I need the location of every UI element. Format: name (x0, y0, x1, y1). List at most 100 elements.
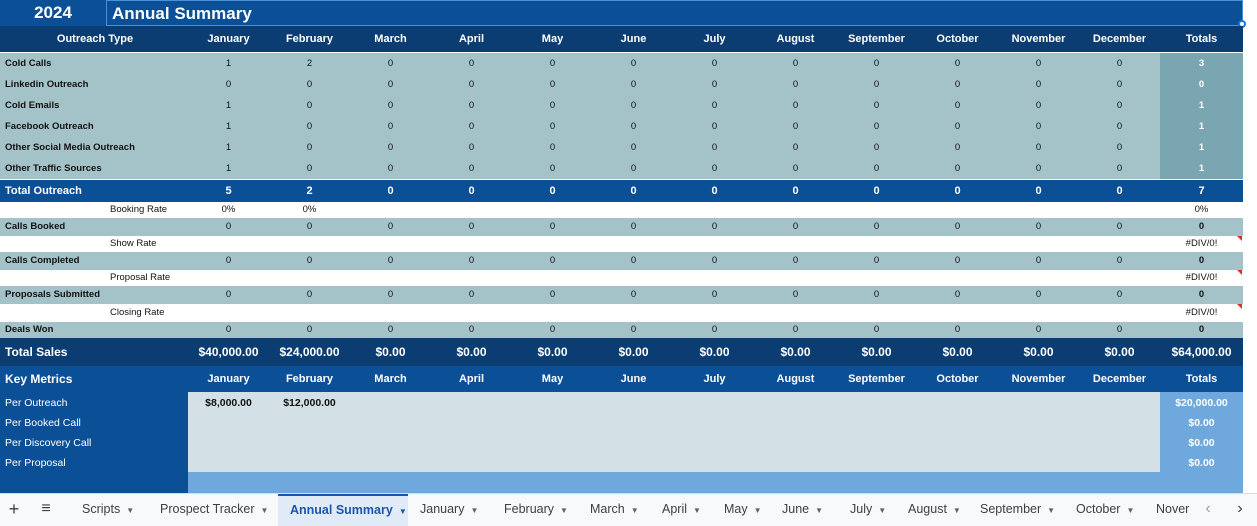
stage-count-cell[interactable]: 0 (1079, 252, 1160, 270)
stage-label[interactable]: Calls Completed (0, 252, 188, 270)
rate-cell[interactable]: 0% (269, 202, 350, 218)
outreach-count-cell[interactable]: 0 (431, 74, 512, 95)
stage-count-cell[interactable]: 0 (1079, 218, 1160, 236)
stage-count-cell[interactable]: 0 (350, 218, 431, 236)
metrics-header-month[interactable]: April (431, 366, 512, 392)
stage-count-cell[interactable]: 0 (1079, 322, 1160, 338)
outreach-type-label[interactable]: Cold Emails (0, 95, 188, 116)
outreach-count-cell[interactable]: 0 (512, 74, 593, 95)
stage-total-cell[interactable]: 0 (1160, 218, 1243, 236)
metric-label[interactable]: Per Proposal (0, 453, 188, 473)
outreach-count-cell[interactable]: 0 (674, 158, 755, 179)
key-metrics-label[interactable]: Key Metrics (0, 366, 188, 392)
sheet-tab[interactable]: April ▼ (650, 494, 714, 526)
chevron-down-icon[interactable]: ▼ (815, 506, 823, 515)
chevron-down-icon[interactable]: ▼ (953, 506, 961, 515)
stage-count-cell[interactable]: 0 (917, 252, 998, 270)
outreach-count-cell[interactable]: 0 (512, 95, 593, 116)
stage-count-cell[interactable]: 0 (512, 218, 593, 236)
outreach-count-cell[interactable]: 0 (1079, 74, 1160, 95)
sheet-tab[interactable]: January ▼ (408, 494, 492, 526)
stage-count-cell[interactable]: 0 (269, 322, 350, 338)
outreach-count-cell[interactable]: 0 (350, 95, 431, 116)
chevron-down-icon[interactable]: ▼ (693, 506, 701, 515)
total-sales-cell[interactable]: $0.00 (755, 338, 836, 366)
outreach-count-cell[interactable]: 0 (755, 74, 836, 95)
stage-count-cell[interactable]: 0 (188, 286, 269, 304)
total-outreach-cell[interactable]: 2 (269, 180, 350, 202)
rate-total-cell[interactable]: #DIV/0! (1160, 236, 1243, 252)
stage-count-cell[interactable]: 0 (269, 286, 350, 304)
stage-label[interactable]: Calls Booked (0, 218, 188, 236)
stage-total-cell[interactable]: 0 (1160, 322, 1243, 338)
metric-total-cell[interactable]: $20,000.00 (1160, 393, 1243, 413)
outreach-count-cell[interactable]: 0 (755, 116, 836, 137)
outreach-count-cell[interactable]: 0 (917, 53, 998, 74)
total-outreach-cell[interactable]: 0 (674, 180, 755, 202)
stage-count-cell[interactable]: 0 (269, 252, 350, 270)
outreach-count-cell[interactable]: 0 (1079, 53, 1160, 74)
total-sales-total[interactable]: $64,000.00 (1160, 338, 1243, 366)
outreach-count-cell[interactable]: 0 (593, 53, 674, 74)
hamburger-menu-icon[interactable]: ≡ (38, 497, 54, 521)
total-sales-cell[interactable]: $0.00 (998, 338, 1079, 366)
total-outreach-cell[interactable]: 0 (836, 180, 917, 202)
stage-count-cell[interactable]: 0 (188, 252, 269, 270)
stage-count-cell[interactable]: 0 (593, 218, 674, 236)
metrics-header-totals[interactable]: Totals (1160, 366, 1243, 392)
stage-count-cell[interactable]: 0 (512, 252, 593, 270)
total-sales-cell[interactable]: $0.00 (836, 338, 917, 366)
outreach-type-label[interactable]: Other Traffic Sources (0, 158, 188, 179)
stage-count-cell[interactable]: 0 (593, 322, 674, 338)
total-outreach-cell[interactable]: 0 (431, 180, 512, 202)
rate-total-cell[interactable]: #DIV/0! (1160, 304, 1243, 322)
outreach-type-label[interactable]: Other Social Media Outreach (0, 137, 188, 158)
total-sales-cell[interactable]: $0.00 (917, 338, 998, 366)
outreach-count-cell[interactable]: 0 (1079, 95, 1160, 116)
outreach-total-cell[interactable]: 1 (1160, 158, 1243, 179)
chevron-down-icon[interactable]: ▼ (631, 506, 639, 515)
sheet-tab[interactable]: June ▼ (770, 494, 840, 526)
outreach-count-cell[interactable]: 0 (350, 74, 431, 95)
header-month[interactable]: December (1079, 26, 1160, 52)
stage-total-cell[interactable]: 0 (1160, 286, 1243, 304)
outreach-count-cell[interactable]: 0 (836, 137, 917, 158)
stage-count-cell[interactable]: 0 (431, 218, 512, 236)
scroll-right-icon[interactable]: › (1228, 494, 1252, 526)
stage-count-cell[interactable]: 0 (836, 218, 917, 236)
total-outreach-cell[interactable]: 0 (512, 180, 593, 202)
outreach-count-cell[interactable]: 0 (512, 116, 593, 137)
metrics-header-month[interactable]: March (350, 366, 431, 392)
outreach-count-cell[interactable]: 0 (350, 116, 431, 137)
outreach-count-cell[interactable]: 0 (1079, 137, 1160, 158)
stage-count-cell[interactable]: 0 (836, 286, 917, 304)
total-sales-label[interactable]: Total Sales (0, 338, 188, 366)
outreach-count-cell[interactable]: 0 (188, 74, 269, 95)
header-month[interactable]: October (917, 26, 998, 52)
outreach-count-cell[interactable]: 0 (917, 74, 998, 95)
stage-count-cell[interactable]: 0 (188, 322, 269, 338)
stage-count-cell[interactable]: 0 (512, 286, 593, 304)
chevron-down-icon[interactable]: ▼ (1047, 506, 1055, 515)
stage-count-cell[interactable]: 0 (836, 252, 917, 270)
header-month[interactable]: February (269, 26, 350, 52)
outreach-total-cell[interactable]: 1 (1160, 95, 1243, 116)
chevron-down-icon[interactable]: ▼ (754, 506, 762, 515)
outreach-type-label[interactable]: Facebook Outreach (0, 116, 188, 137)
stage-count-cell[interactable]: 0 (917, 218, 998, 236)
outreach-count-cell[interactable]: 0 (755, 137, 836, 158)
total-outreach-cell[interactable]: 0 (350, 180, 431, 202)
sheet-tab[interactable]: March ▼ (578, 494, 652, 526)
outreach-count-cell[interactable]: 0 (998, 53, 1079, 74)
outreach-count-cell[interactable]: 0 (1079, 116, 1160, 137)
stage-total-cell[interactable]: 0 (1160, 252, 1243, 270)
metrics-header-month[interactable]: February (269, 366, 350, 392)
header-month[interactable]: November (998, 26, 1079, 52)
outreach-count-cell[interactable]: 0 (755, 158, 836, 179)
total-outreach-cell[interactable]: 0 (998, 180, 1079, 202)
metrics-header-month[interactable]: October (917, 366, 998, 392)
error-flag-icon[interactable] (1237, 236, 1242, 241)
outreach-total-cell[interactable]: 0 (1160, 74, 1243, 95)
outreach-total-cell[interactable]: 1 (1160, 137, 1243, 158)
total-sales-cell[interactable]: $24,000.00 (269, 338, 350, 366)
